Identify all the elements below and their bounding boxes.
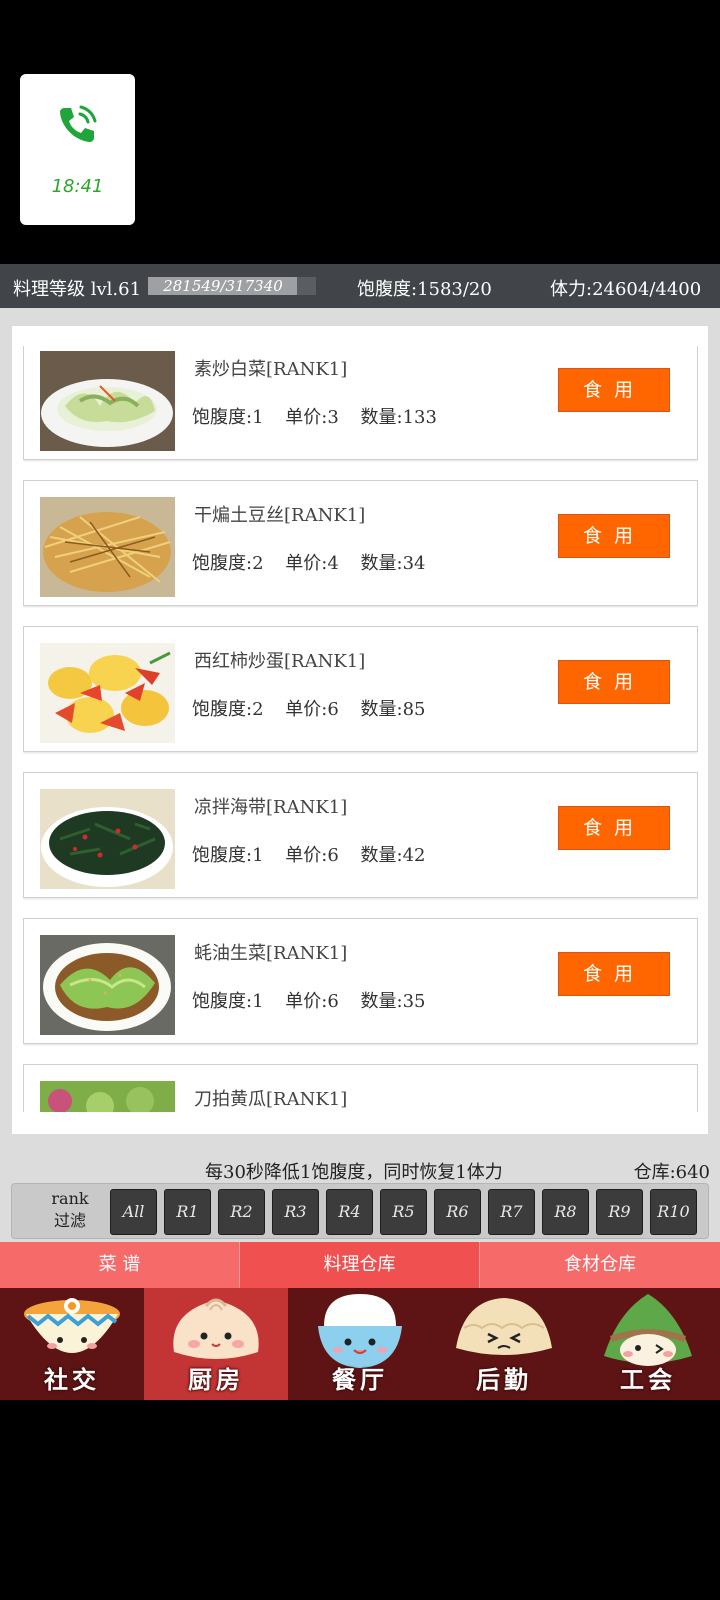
dish-price: 单价:6 [285, 845, 339, 866]
dish-card: 素炒白菜[RANK1] 饱腹度:1 单价:3 数量:133 食用 [23, 346, 698, 460]
nav-restaurant-label: 餐厅 [332, 1366, 388, 1394]
rank-filter-r6[interactable]: R6 [434, 1189, 481, 1235]
nav-guild[interactable]: 工会 [576, 1288, 720, 1400]
dish-name: 凉拌海带[RANK1] [194, 797, 348, 818]
rank-filter-r1[interactable]: R1 [164, 1189, 211, 1235]
dish-satiety: 饱腹度:2 [192, 699, 264, 720]
dish-image [40, 643, 175, 743]
dish-card: 干煸土豆丝[RANK1] 饱腹度:2 单价:4 数量:34 食用 [23, 480, 698, 606]
dish-name: 干煸土豆丝[RANK1] [194, 505, 366, 526]
dish-name: 西红柿炒蛋[RANK1] [194, 651, 366, 672]
dish-satiety: 饱腹度:2 [192, 553, 264, 574]
nav-kitchen-label: 厨房 [188, 1366, 244, 1394]
eat-button[interactable]: 食用 [558, 806, 670, 850]
rank-filter-bar: rank 过滤 All R1 R2 R3 R4 R5 R6 R7 R8 R9 R… [11, 1183, 709, 1239]
dish-quantity: 数量:35 [360, 991, 426, 1012]
phone-icon [60, 105, 97, 142]
tab-ingredient-storage[interactable]: 食材仓库 [480, 1242, 720, 1288]
rank-filter-r3[interactable]: R3 [272, 1189, 319, 1235]
rank-filter-r9[interactable]: R9 [596, 1189, 643, 1235]
kitchen-subtabs: 菜 谱 料理仓库 食材仓库 [0, 1242, 720, 1288]
xp-text: 281549/317340 [163, 277, 283, 295]
dish-card: 凉拌海带[RANK1] 饱腹度:1 单价:6 数量:42 食用 [23, 772, 698, 898]
rank-filter-all[interactable]: All [110, 1189, 157, 1235]
dish-card: 蚝油生菜[RANK1] 饱腹度:1 单价:6 数量:35 食用 [23, 918, 698, 1044]
dish-image [40, 1081, 175, 1112]
status-bar: 料理等级 lvl.61 281549/317340 饱腹度:1583/20 体力… [0, 264, 720, 308]
eat-button[interactable]: 食用 [558, 952, 670, 996]
dish-stats: 饱腹度:2 单价:6 数量:85 [192, 695, 442, 721]
cooking-level: 料理等级 lvl.61 [13, 279, 142, 300]
dish-image [40, 935, 175, 1035]
dish-image [40, 497, 175, 597]
dish-quantity: 数量:34 [360, 553, 426, 574]
eat-button[interactable]: 食用 [558, 660, 670, 704]
eat-button[interactable]: 食用 [558, 514, 670, 558]
dish-satiety: 饱腹度:1 [192, 845, 264, 866]
nav-social[interactable]: 社交 [0, 1288, 144, 1400]
dish-stats: 饱腹度:2 单价:4 数量:34 [192, 549, 442, 575]
dish-image [40, 789, 175, 889]
dish-quantity: 数量:42 [360, 845, 426, 866]
dish-satiety: 饱腹度:1 [192, 991, 264, 1012]
dish-card: 刀拍黄瓜[RANK1] [23, 1064, 698, 1112]
dish-price: 单价:3 [285, 407, 339, 428]
dish-satiety: 饱腹度:1 [192, 407, 264, 428]
dish-stats: 饱腹度:1 单价:6 数量:42 [192, 841, 442, 867]
dish-list[interactable]: 素炒白菜[RANK1] 饱腹度:1 单价:3 数量:133 食用 干煸土豆丝[R… [23, 346, 698, 1112]
call-duration: 18:41 [51, 176, 104, 197]
dish-name: 刀拍黄瓜[RANK1] [194, 1089, 348, 1110]
rank-filter-r2[interactable]: R2 [218, 1189, 265, 1235]
xp-progress-bar: 281549/317340 [148, 277, 316, 295]
nav-restaurant[interactable]: 餐厅 [288, 1288, 432, 1400]
call-bubble[interactable]: 18:41 [20, 74, 135, 225]
bottom-nav: 社交 厨房 餐厅 后勤 工会 [0, 1288, 720, 1400]
nav-logistics[interactable]: 后勤 [432, 1288, 576, 1400]
satiety-info-message: 每30秒降低1饱腹度，同时恢复1体力 [205, 1162, 503, 1183]
tab-recipes[interactable]: 菜 谱 [0, 1242, 240, 1288]
tab-dish-storage[interactable]: 料理仓库 [240, 1242, 480, 1288]
satiety-status: 饱腹度:1583/20 [357, 279, 492, 300]
nav-guild-label: 工会 [620, 1366, 676, 1394]
stamina-status: 体力:24604/4400 [550, 279, 702, 300]
storage-count: 仓库:640 [633, 1162, 710, 1183]
dish-stats: 饱腹度:1 单价:6 数量:35 [192, 987, 442, 1013]
nav-kitchen[interactable]: 厨房 [144, 1288, 288, 1400]
eat-button[interactable]: 食用 [558, 368, 670, 412]
rank-filter-r7[interactable]: R7 [488, 1189, 535, 1235]
rank-filter-r10[interactable]: R10 [650, 1189, 697, 1235]
nav-social-label: 社交 [44, 1366, 100, 1394]
dish-stats: 饱腹度:1 单价:3 数量:133 [192, 403, 453, 429]
dish-name: 蚝油生菜[RANK1] [194, 943, 348, 964]
rank-filter-r5[interactable]: R5 [380, 1189, 427, 1235]
dish-price: 单价:6 [285, 991, 339, 1012]
rank-filter-r4[interactable]: R4 [326, 1189, 373, 1235]
dish-card: 西红柿炒蛋[RANK1] 饱腹度:2 单价:6 数量:85 食用 [23, 626, 698, 752]
filter-label: rank 过滤 [51, 1189, 89, 1230]
nav-logistics-label: 后勤 [476, 1366, 532, 1394]
rank-filter-r8[interactable]: R8 [542, 1189, 589, 1235]
dish-quantity: 数量:85 [360, 699, 426, 720]
dish-quantity: 数量:133 [360, 407, 437, 428]
dish-price: 单价:6 [285, 699, 339, 720]
dish-price: 单价:4 [285, 553, 339, 574]
dish-image [40, 351, 175, 451]
dish-name: 素炒白菜[RANK1] [194, 359, 348, 380]
